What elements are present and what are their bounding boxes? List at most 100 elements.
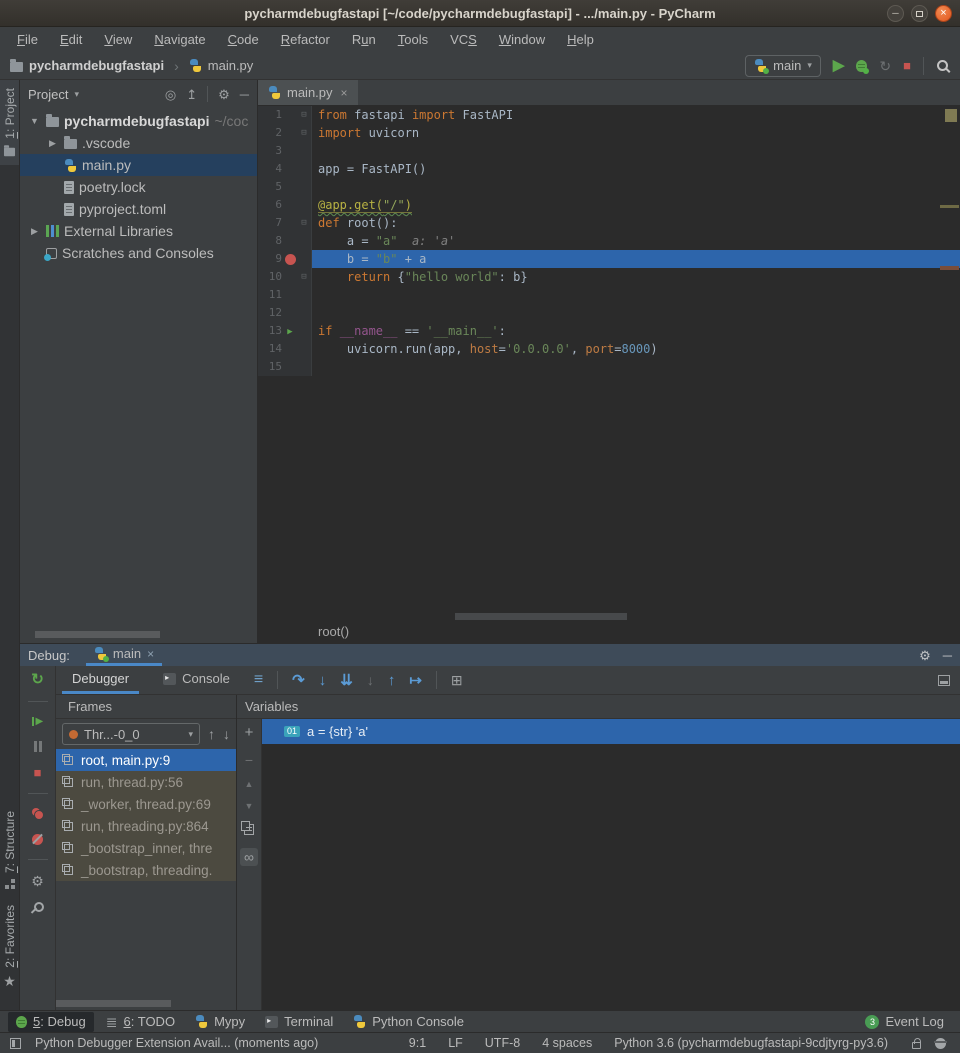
tree-item-scratches-and-consoles[interactable]: Scratches and Consoles [20, 242, 257, 264]
frame-row[interactable]: _worker, thread.py:69 [56, 793, 236, 815]
frame-row[interactable]: run, thread.py:56 [56, 771, 236, 793]
collapse-all-button[interactable]: ↥ [186, 88, 197, 101]
indent-setting[interactable]: 4 spaces [542, 1036, 592, 1050]
hector-inspections-icon[interactable] [935, 1038, 946, 1049]
step-over-button[interactable]: ↷ [292, 673, 305, 688]
tree-item-pyproject-toml[interactable]: pyproject.toml [20, 198, 257, 220]
remove-watch-button[interactable]: − [245, 753, 253, 767]
fold-marker-icon[interactable]: ⊟ [298, 106, 310, 124]
duplicate-watch-button[interactable] [244, 824, 254, 835]
tree-item-poetry-lock[interactable]: poetry.lock [20, 176, 257, 198]
view-breakpoints-button[interactable] [32, 808, 44, 820]
thread-selector[interactable]: Thr...-0_0 ▾ [62, 723, 200, 745]
menu-file[interactable]: File [8, 29, 47, 50]
step-into-my-code-button[interactable]: ⇊ [340, 673, 353, 688]
move-down-button[interactable]: ▼ [245, 802, 254, 811]
tree-collapsed-icon[interactable]: ▶ [46, 138, 59, 149]
menu-navigate[interactable]: Navigate [145, 29, 214, 50]
tree-item-pycharmdebugfastapi[interactable]: ▼pycharmdebugfastapi~/coc [20, 110, 257, 132]
menu-help[interactable]: Help [558, 29, 603, 50]
run-config-selector[interactable]: main ▾ [745, 55, 821, 77]
tree-item-external-libraries[interactable]: ▶External Libraries [20, 220, 257, 242]
minimize-button[interactable]: ─ [887, 5, 904, 22]
locate-file-button[interactable]: ◎ [165, 88, 176, 101]
fold-marker-icon[interactable]: ⊟ [298, 214, 310, 232]
project-panel-title[interactable]: Project [28, 87, 68, 102]
variable-row[interactable]: 01a = {str} 'a' [262, 719, 960, 744]
editor-horizontal-scrollbar[interactable] [258, 613, 960, 620]
toolwindow-button-mypy[interactable]: Mypy [187, 1012, 253, 1032]
run-to-cursor-button[interactable]: ↦ [409, 673, 422, 688]
fold-marker-icon[interactable]: ⊟ [298, 124, 310, 142]
add-watch-button[interactable]: + [245, 725, 254, 740]
code-line-3[interactable]: 3 [258, 142, 960, 160]
stop-button[interactable]: ■ [34, 766, 42, 779]
title-bar[interactable]: pycharmdebugfastapi [~/code/pycharmdebug… [0, 0, 960, 27]
tree-collapsed-icon[interactable]: ▶ [28, 226, 41, 237]
tool-button-project[interactable]: 1: Project [0, 80, 19, 165]
code-line-8[interactable]: 8 a = "a" a: 'a' [258, 232, 960, 250]
gear-icon[interactable]: ⚙ [218, 88, 230, 101]
show-watches-toggle[interactable]: ∞ [240, 848, 258, 866]
debug-button[interactable] [856, 60, 867, 72]
project-horizontal-scrollbar[interactable] [20, 631, 257, 638]
run-button[interactable]: ▶ [833, 58, 845, 73]
debug-settings-button[interactable]: ⚙ [31, 874, 44, 888]
hide-panel-button[interactable]: ─ [240, 88, 249, 101]
tree-item--vscode[interactable]: ▶.vscode [20, 132, 257, 154]
hide-panel-button[interactable]: ─ [943, 649, 952, 662]
warning-stripe-mark[interactable] [940, 205, 959, 208]
code-line-4[interactable]: 4app = FastAPI() [258, 160, 960, 178]
menu-tools[interactable]: Tools [389, 29, 437, 50]
code-line-15[interactable]: 15 [258, 358, 960, 376]
breadcrumb-file[interactable]: main.py [208, 58, 254, 73]
mute-breakpoints-button[interactable] [32, 834, 43, 845]
menu-view[interactable]: View [95, 29, 141, 50]
step-out-button[interactable]: ↑ [388, 673, 396, 688]
breakpoint-icon[interactable] [285, 254, 296, 265]
code-line-2[interactable]: 2⊟import uvicorn [258, 124, 960, 142]
frame-row[interactable]: _bootstrap, threading. [56, 859, 236, 881]
code-line-7[interactable]: 7⊟def root(): [258, 214, 960, 232]
close-session-icon[interactable]: × [147, 647, 154, 661]
force-step-into-button[interactable]: ↓ [367, 673, 374, 687]
menu-vcs[interactable]: VCS [441, 29, 486, 50]
code-line-14[interactable]: 14 uvicorn.run(app, host='0.0.0.0', port… [258, 340, 960, 358]
menu-edit[interactable]: Edit [51, 29, 91, 50]
menu-window[interactable]: Window [490, 29, 554, 50]
code-editor[interactable]: 1⊟from fastapi import FastAPI2⊟import uv… [258, 106, 960, 613]
rerun-button[interactable]: ↻ [31, 672, 44, 687]
close-tab-icon[interactable]: × [341, 86, 348, 100]
next-frame-button[interactable]: ↓ [223, 727, 230, 741]
frame-row[interactable]: _bootstrap_inner, thre [56, 837, 236, 859]
maximize-button[interactable] [911, 5, 928, 22]
menu-refactor[interactable]: Refactor [272, 29, 339, 50]
menu-code[interactable]: Code [219, 29, 268, 50]
code-line-13[interactable]: 13▶if __name__ == '__main__': [258, 322, 960, 340]
gutter-slot[interactable] [282, 254, 298, 265]
tool-button-structure[interactable]: 7: Structure [0, 803, 19, 897]
tool-button-favorites[interactable]: 2: Favorites ★ [0, 897, 19, 996]
lock-icon[interactable] [912, 1042, 921, 1049]
previous-frame-button[interactable]: ↑ [208, 727, 215, 741]
tree-expanded-icon[interactable]: ▼ [28, 116, 41, 126]
chevron-down-icon[interactable]: ▾ [74, 90, 79, 99]
gutter-slot[interactable]: ▶ [282, 321, 298, 341]
code-line-6[interactable]: 6@app.get("/") [258, 196, 960, 214]
gear-icon[interactable]: ⚙ [919, 649, 931, 662]
interpreter[interactable]: Python 3.6 (pycharmdebugfastapi-9cdjtyrg… [614, 1036, 888, 1050]
layout-settings-button[interactable]: ≡ [254, 672, 263, 688]
close-button[interactable]: × [935, 5, 952, 22]
move-up-button[interactable]: ▲ [245, 780, 254, 789]
tab-debugger[interactable]: Debugger [62, 666, 139, 694]
fold-marker-icon[interactable]: ⊟ [298, 268, 310, 286]
run-arrow-icon[interactable]: ▶ [287, 327, 292, 337]
code-line-9[interactable]: 9 b = "b" + a [258, 250, 960, 268]
view-breakpoints-grid-button[interactable]: ⊞ [451, 673, 463, 687]
inspection-indicator-icon[interactable] [945, 109, 957, 122]
code-line-10[interactable]: 10⊟ return {"hello world": b} [258, 268, 960, 286]
frame-row[interactable]: run, threading.py:864 [56, 815, 236, 837]
code-line-5[interactable]: 5 [258, 178, 960, 196]
stop-button[interactable]: ■ [903, 59, 911, 72]
status-message[interactable]: Python Debugger Extension Avail... (mome… [35, 1036, 318, 1050]
